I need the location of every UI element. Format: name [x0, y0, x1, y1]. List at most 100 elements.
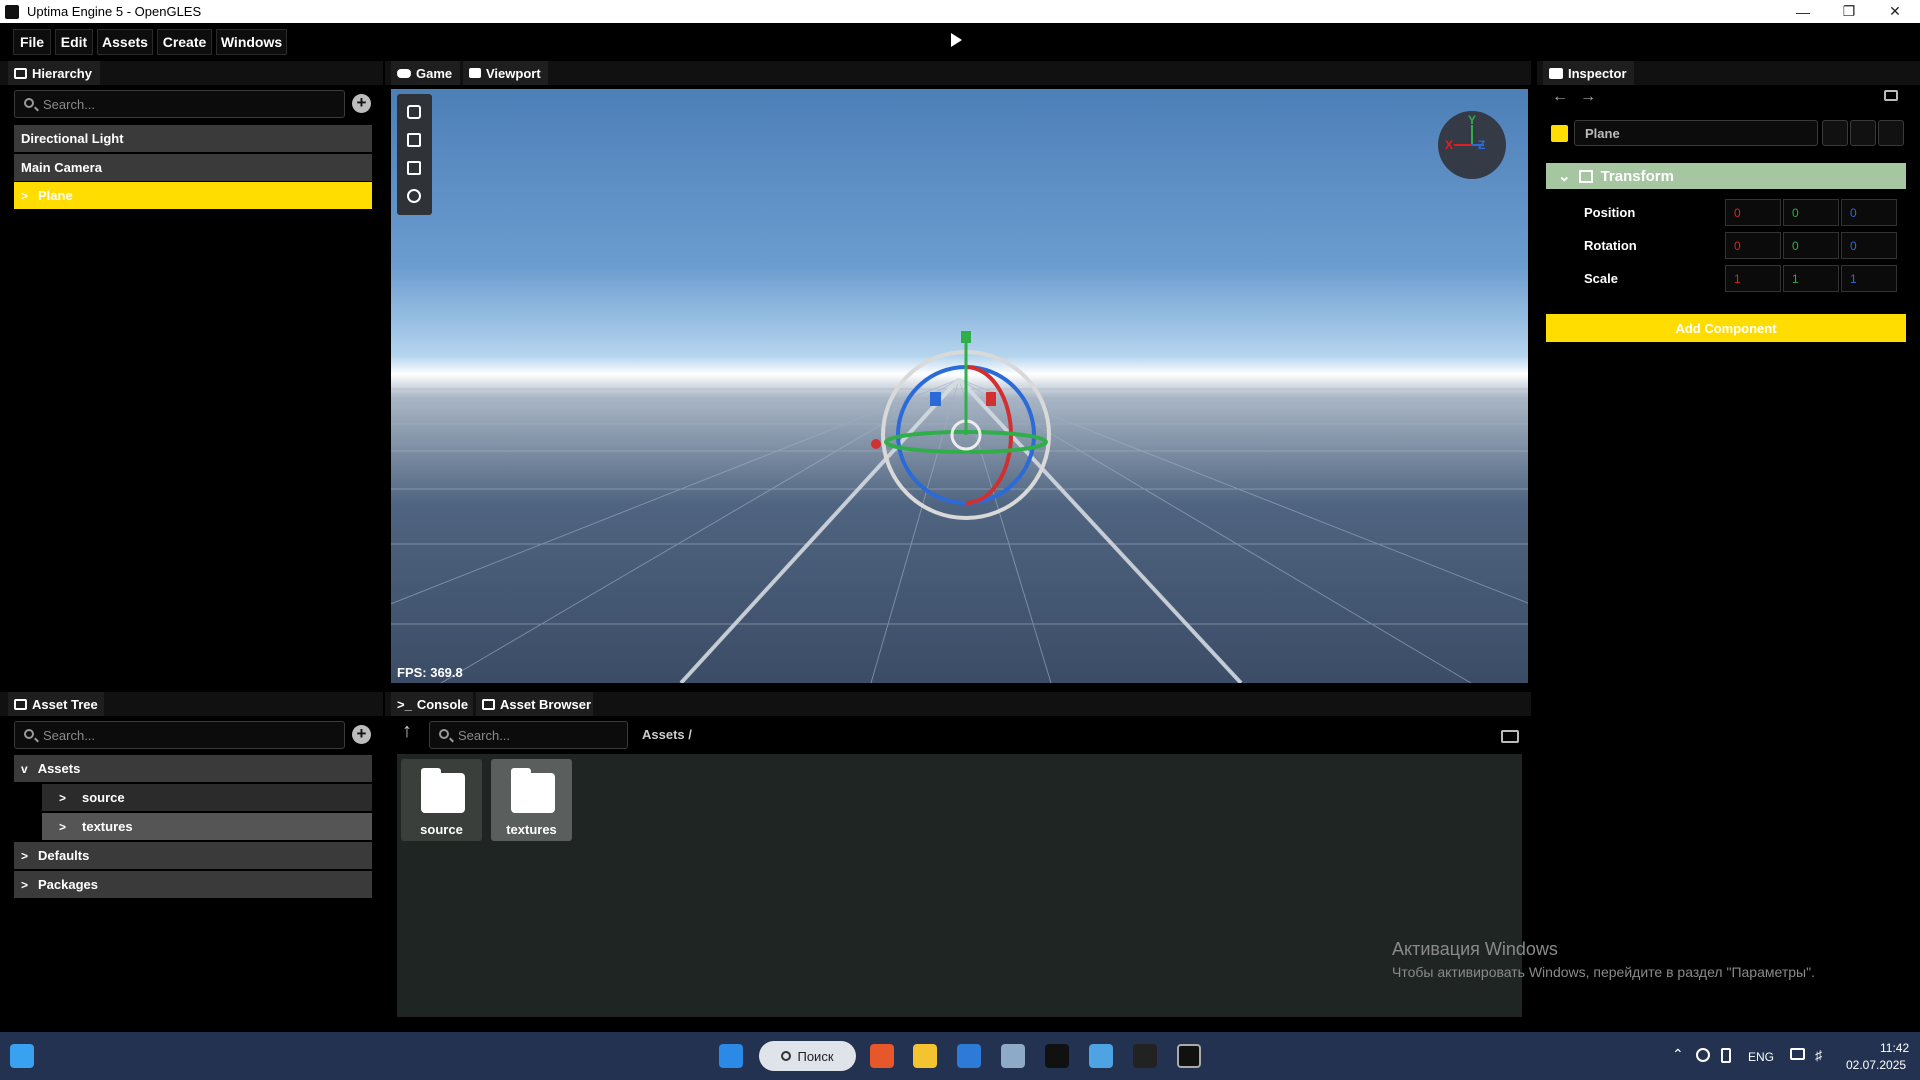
- up-arrow-icon[interactable]: ↑: [402, 720, 412, 743]
- scale-y-field[interactable]: 1: [1783, 265, 1839, 292]
- back-arrow-icon[interactable]: ←: [1552, 88, 1568, 106]
- close-icon[interactable]: ✕: [1872, 0, 1918, 23]
- search-icon: [439, 729, 449, 739]
- tab-viewport[interactable]: Viewport: [463, 61, 548, 85]
- chevron-right-icon[interactable]: >: [21, 849, 28, 863]
- app-icon[interactable]: [1045, 1044, 1069, 1068]
- menu-windows[interactable]: Windows: [216, 29, 287, 55]
- hierarchy-item-label: Directional Light: [21, 131, 124, 146]
- lock-icon[interactable]: [1501, 730, 1519, 743]
- sync-icon[interactable]: [1696, 1048, 1710, 1062]
- asset-folder-source[interactable]: source: [401, 759, 482, 841]
- add-component-button[interactable]: Add Component: [1546, 314, 1906, 342]
- uptima-engine-icon[interactable]: [1177, 1044, 1201, 1068]
- add-asset-button[interactable]: +: [352, 725, 371, 744]
- tag-icon[interactable]: [1822, 120, 1848, 146]
- asset-tree-search-input[interactable]: Search...: [14, 721, 345, 749]
- viewport-toolbar: [397, 94, 432, 215]
- chevron-up-icon[interactable]: ⌃: [1672, 1046, 1684, 1063]
- object-color-swatch[interactable]: [1551, 125, 1568, 142]
- tab-hierarchy[interactable]: Hierarchy: [8, 61, 100, 85]
- volume-icon[interactable]: ♯: [1815, 1047, 1822, 1063]
- language-indicator[interactable]: ENG: [1748, 1050, 1774, 1064]
- scene-viewport[interactable]: [391, 89, 1528, 683]
- position-y-field[interactable]: 0: [1783, 199, 1839, 226]
- asset-folder-textures[interactable]: textures: [491, 759, 572, 841]
- camera-icon[interactable]: [407, 105, 421, 119]
- menu-file[interactable]: File: [13, 29, 51, 55]
- widgets-icon[interactable]: [10, 1044, 34, 1068]
- network-icon[interactable]: [1790, 1048, 1805, 1060]
- rotation-x-field[interactable]: 0: [1725, 232, 1781, 259]
- gamepad-icon: [397, 68, 411, 78]
- cube-icon[interactable]: [407, 161, 421, 175]
- lock-icon[interactable]: [1884, 90, 1898, 101]
- battery-icon[interactable]: [1721, 1048, 1731, 1063]
- chevron-right-icon[interactable]: >: [21, 189, 28, 203]
- static-toggle[interactable]: [1878, 120, 1904, 146]
- layers-icon[interactable]: [1850, 120, 1876, 146]
- position-x-field[interactable]: 0: [1725, 199, 1781, 226]
- hierarchy-item-main-camera[interactable]: Main Camera: [14, 154, 372, 181]
- tab-asset-tree[interactable]: Asset Tree: [8, 692, 104, 716]
- asset-browser-search-input[interactable]: Search...: [429, 721, 628, 749]
- object-name-field[interactable]: Plane: [1574, 120, 1818, 146]
- tab-inspector[interactable]: Inspector: [1543, 61, 1634, 85]
- store-icon[interactable]: [957, 1044, 981, 1068]
- transform-icon: [1578, 169, 1593, 183]
- menu-assets[interactable]: Assets: [97, 29, 153, 55]
- folder-icon: [421, 768, 465, 813]
- menu-create[interactable]: Create: [157, 29, 212, 55]
- grid-icon[interactable]: [407, 133, 421, 147]
- hierarchy-item-directional-light[interactable]: Directional Light: [14, 125, 372, 152]
- breadcrumb[interactable]: Assets /: [642, 727, 692, 742]
- scale-x-field[interactable]: 1: [1725, 265, 1781, 292]
- tab-hierarchy-label: Hierarchy: [32, 65, 92, 81]
- play-icon[interactable]: [951, 33, 962, 47]
- forward-arrow-icon[interactable]: →: [1580, 88, 1596, 106]
- axis-orientation-gizmo[interactable]: Y X Z: [1438, 111, 1506, 179]
- file-explorer-icon[interactable]: [913, 1044, 937, 1068]
- edge-icon[interactable]: [1089, 1044, 1113, 1068]
- activation-watermark-subtitle: Чтобы активировать Windows, перейдите в …: [1392, 964, 1815, 980]
- terminal-icon: >_: [397, 696, 412, 712]
- terminal-icon[interactable]: [1133, 1044, 1157, 1068]
- minimize-icon[interactable]: —: [1780, 0, 1826, 23]
- menu-edit[interactable]: Edit: [55, 29, 93, 55]
- position-z-field[interactable]: 0: [1841, 199, 1897, 226]
- tab-asset-browser[interactable]: Asset Browser: [476, 692, 593, 716]
- gear-icon[interactable]: [407, 189, 421, 203]
- hierarchy-search-input[interactable]: Search...: [14, 90, 345, 118]
- tree-item-source[interactable]: > source: [42, 784, 372, 811]
- book-icon: [1549, 67, 1563, 79]
- clock-date[interactable]: 02.07.2025: [1846, 1058, 1906, 1072]
- hierarchy-item-plane[interactable]: > Plane: [14, 182, 372, 209]
- chevron-down-icon[interactable]: v: [21, 762, 28, 776]
- fps-counter: FPS: 369.8: [397, 665, 463, 680]
- taskbar-search[interactable]: Поиск: [759, 1041, 856, 1071]
- chevron-right-icon[interactable]: >: [59, 820, 66, 834]
- chevron-right-icon[interactable]: >: [59, 791, 66, 805]
- monitor-icon[interactable]: [1001, 1044, 1025, 1068]
- tree-item-defaults[interactable]: > Defaults: [14, 842, 372, 869]
- brave-browser-icon[interactable]: [870, 1044, 894, 1068]
- chevron-right-icon[interactable]: >: [21, 878, 28, 892]
- tree-item-textures[interactable]: > textures: [42, 813, 372, 840]
- rotation-y-field[interactable]: 0: [1783, 232, 1839, 259]
- tree-item-packages[interactable]: > Packages: [14, 871, 372, 898]
- search-icon: [781, 1051, 792, 1061]
- add-object-button[interactable]: +: [352, 94, 371, 113]
- tree-item-assets[interactable]: v Assets: [14, 755, 372, 782]
- maximize-icon[interactable]: ❐: [1826, 0, 1872, 23]
- scale-z-field[interactable]: 1: [1841, 265, 1897, 292]
- clock-time[interactable]: 11:42: [1880, 1041, 1909, 1055]
- start-icon[interactable]: [719, 1044, 743, 1068]
- rotation-label: Rotation: [1584, 238, 1637, 253]
- tab-console[interactable]: >_ Console: [391, 692, 473, 716]
- search-icon: [24, 98, 34, 108]
- tab-game[interactable]: Game: [391, 61, 460, 85]
- rotation-z-field[interactable]: 0: [1841, 232, 1897, 259]
- transform-component-header[interactable]: ⌄ Transform: [1546, 163, 1906, 189]
- hierarchy-icon: [14, 67, 27, 79]
- tab-asset-tree-label: Asset Tree: [32, 696, 98, 712]
